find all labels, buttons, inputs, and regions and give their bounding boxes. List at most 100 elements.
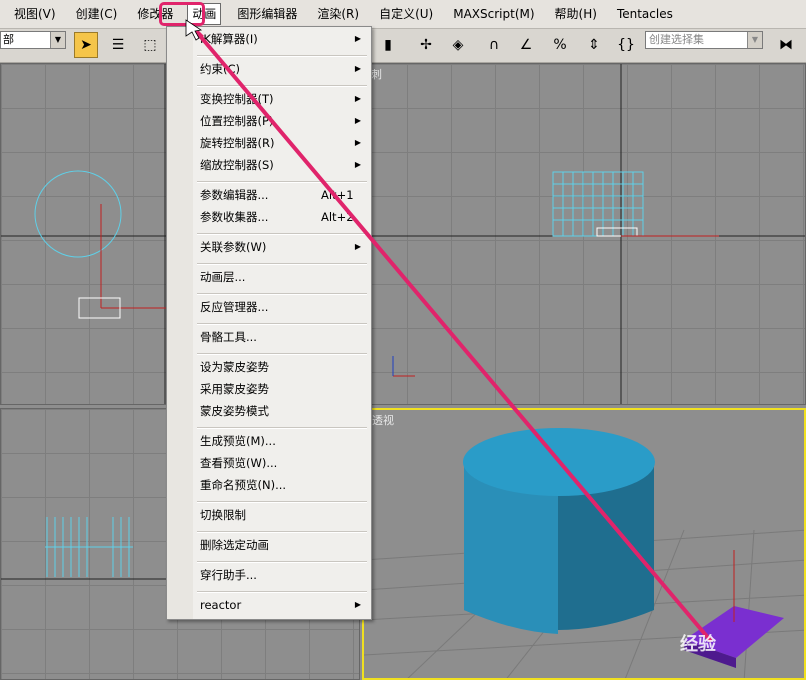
- menu-help[interactable]: 帮助(H): [541, 0, 603, 28]
- menu-item-toggle-limits[interactable]: 切换限制: [167, 505, 371, 525]
- spinner-snap-button[interactable]: ⇕: [582, 32, 606, 58]
- menu-view[interactable]: 视图(V): [0, 0, 62, 28]
- menu-separator: [197, 561, 367, 563]
- menu-item-label: 查看预览(W)...: [200, 456, 278, 470]
- magnet-icon: ∩: [488, 37, 500, 53]
- menu-item-delete-selected-animation[interactable]: 删除选定动画: [167, 535, 371, 555]
- box-button[interactable]: ◈: [446, 32, 470, 58]
- menu-item-shortcut: Alt+2: [321, 210, 354, 224]
- menu-item-label: 动画层...: [200, 270, 246, 284]
- menu-separator: [197, 85, 367, 87]
- menu-item-reaction-manager[interactable]: 反应管理器...: [167, 297, 371, 317]
- menu-item-walkthrough-assistant[interactable]: 穿行助手...: [167, 565, 371, 585]
- viewport-front[interactable]: 刺: [362, 63, 806, 405]
- percent-snap-button[interactable]: %: [548, 32, 572, 58]
- align-button[interactable]: ▮: [376, 32, 400, 58]
- menu-create[interactable]: 创建(C): [62, 0, 124, 28]
- menu-item-scale-controllers[interactable]: 缩放控制器(S) ▶: [167, 155, 371, 175]
- named-selection-input[interactable]: 创建选择集 ▼: [645, 31, 763, 49]
- viewport-perspective[interactable]: 透视: [362, 408, 806, 680]
- select-object-button[interactable]: ➤: [74, 32, 98, 58]
- menu-item-ik-solvers[interactable]: IK解算器(I) ▶: [167, 29, 371, 49]
- pivot-button[interactable]: ✢: [414, 32, 438, 58]
- submenu-arrow-icon: ▶: [354, 116, 361, 125]
- menu-separator: [197, 181, 367, 183]
- menu-item-shortcut: Alt+1: [321, 188, 354, 202]
- menu-item-label: 重命名预览(N)...: [200, 478, 287, 492]
- align-icon: ▮: [384, 37, 392, 53]
- snap-button[interactable]: ∩: [482, 32, 506, 58]
- chevron-down-icon: ▼: [747, 32, 762, 48]
- menu-item-label: 删除选定动画: [200, 538, 269, 552]
- menu-item-label: 骨骼工具...: [200, 330, 257, 344]
- menu-item-label: 采用蒙皮姿势: [200, 382, 269, 396]
- menu-item-constraints[interactable]: 约束(C) ▶: [167, 59, 371, 79]
- menu-item-label: IK解算器(I): [200, 32, 258, 46]
- menu-item-make-preview[interactable]: 生成预览(M)...: [167, 431, 371, 451]
- menu-item-label: 缩放控制器(S): [200, 158, 274, 172]
- menu-separator: [197, 353, 367, 355]
- submenu-arrow-icon: ▶: [354, 160, 361, 169]
- menu-item-label: 蒙皮姿势模式: [200, 404, 269, 418]
- menu-item-wire-parameters[interactable]: 关联参数(W) ▶: [167, 237, 371, 257]
- named-selection-placeholder: 创建选择集: [649, 33, 704, 46]
- menu-item-label: 反应管理器...: [200, 300, 269, 314]
- mirror-icon: ⧓: [779, 37, 793, 53]
- menu-item-label: 切换限制: [200, 508, 246, 522]
- rect-select-icon: ⬚: [143, 37, 157, 53]
- watermark: 经验: [680, 634, 716, 655]
- menu-item-label: 变换控制器(T): [200, 92, 274, 106]
- menu-bar: 视图(V) 创建(C) 修改器 动画 图形编辑器 渲染(R) 自定义(U) MA…: [0, 0, 806, 29]
- menu-item-set-skin-pose[interactable]: 设为蒙皮姿势: [167, 357, 371, 377]
- menu-item-parameter-editor[interactable]: 参数编辑器... Alt+1: [167, 185, 371, 205]
- menu-item-transform-controllers[interactable]: 变换控制器(T) ▶: [167, 89, 371, 109]
- menu-item-skin-pose-mode[interactable]: 蒙皮姿势模式: [167, 401, 371, 421]
- selection-filter-combo[interactable]: 部 ▼: [0, 31, 66, 49]
- angle-snap-button[interactable]: ∠: [514, 32, 538, 58]
- edit-named-selection-button[interactable]: {}: [614, 32, 638, 58]
- menu-tentacles[interactable]: Tentacles: [603, 0, 679, 28]
- mirror-button[interactable]: ⧓: [774, 32, 798, 58]
- menu-separator: [197, 55, 367, 57]
- menu-separator: [197, 263, 367, 265]
- menu-item-animation-layers[interactable]: 动画层...: [167, 267, 371, 287]
- submenu-arrow-icon: ▶: [354, 138, 361, 147]
- menu-separator: [197, 323, 367, 325]
- menu-animation[interactable]: 动画: [187, 3, 222, 25]
- menu-item-label: 参数编辑器...: [200, 188, 269, 202]
- menu-item-assume-skin-pose[interactable]: 采用蒙皮姿势: [167, 379, 371, 399]
- menu-rendering[interactable]: 渲染(R): [303, 0, 365, 28]
- menu-modifiers[interactable]: 修改器: [123, 0, 179, 28]
- percent-snap-icon: %: [553, 37, 567, 53]
- menu-item-label: reactor: [200, 598, 242, 612]
- menu-item-bone-tools[interactable]: 骨骼工具...: [167, 327, 371, 347]
- submenu-arrow-icon: ▶: [354, 34, 361, 43]
- menu-item-parameter-collector[interactable]: 参数收集器... Alt+2: [167, 207, 371, 227]
- menu-item-position-controllers[interactable]: 位置控制器(P) ▶: [167, 111, 371, 131]
- menu-item-rotation-controllers[interactable]: 旋转控制器(R) ▶: [167, 133, 371, 153]
- submenu-arrow-icon: ▶: [354, 600, 361, 609]
- menu-item-view-preview[interactable]: 查看预览(W)...: [167, 453, 371, 473]
- main-toolbar: 部 ▼ ➤ ☰ ⬚ ▮ ✢ ◈ ∩ ∠ % ⇕ {} 创建选择集 ▼ ⧓: [0, 29, 806, 63]
- menu-item-label: 旋转控制器(R): [200, 136, 275, 150]
- axis-icon: ✢: [420, 37, 432, 53]
- menu-item-label: 生成预览(M)...: [200, 434, 276, 448]
- spinner-snap-icon: ⇕: [588, 37, 600, 53]
- select-by-name-button[interactable]: ☰: [106, 32, 130, 58]
- menu-customize[interactable]: 自定义(U): [365, 0, 439, 28]
- menu-graph-editors[interactable]: 图形编辑器: [223, 0, 303, 28]
- viewport-front-scene: [363, 64, 805, 404]
- rect-selection-button[interactable]: ⬚: [138, 32, 162, 58]
- menu-item-rename-preview[interactable]: 重命名预览(N)...: [167, 475, 371, 495]
- menu-separator: [197, 531, 367, 533]
- menu-separator: [197, 233, 367, 235]
- submenu-arrow-icon: ▶: [354, 94, 361, 103]
- menu-item-reactor[interactable]: reactor ▶: [167, 595, 371, 615]
- menu-maxscript[interactable]: MAXScript(M): [439, 0, 540, 28]
- cursor-icon: ➤: [80, 37, 92, 53]
- viewport-perspective-scene: [364, 428, 804, 678]
- selection-filter-value: 部: [3, 33, 14, 46]
- menu-item-label: 约束(C): [200, 62, 241, 76]
- braces-icon: {}: [617, 37, 635, 53]
- animation-dropdown-menu: IK解算器(I) ▶ 约束(C) ▶ 变换控制器(T) ▶ 位置控制器(P) ▶ 旋转控…: [166, 26, 372, 620]
